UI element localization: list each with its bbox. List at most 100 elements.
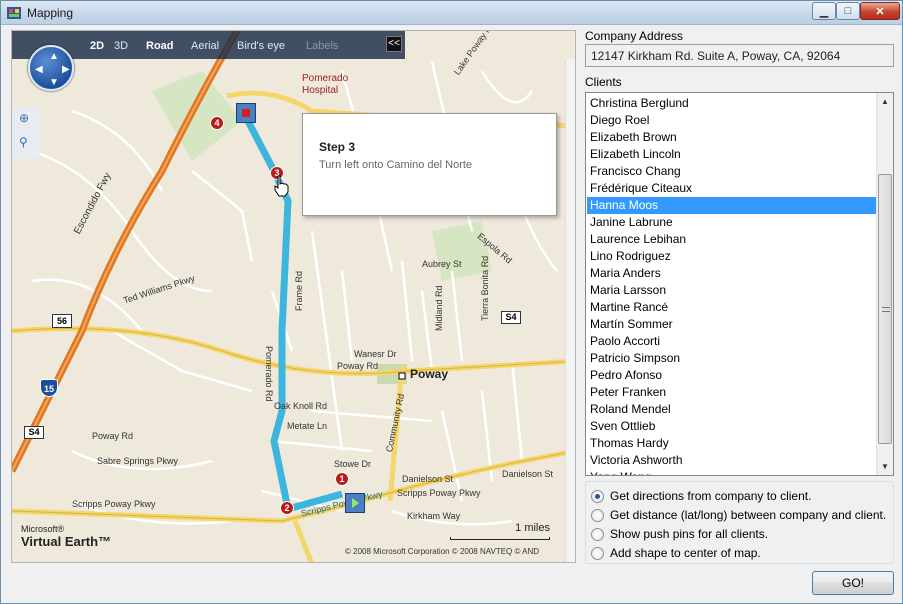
scale-label: 1 miles xyxy=(515,522,550,534)
maximize-icon: □ xyxy=(844,5,852,17)
label-stowe: Stowe Dr xyxy=(334,459,372,469)
mapping-window: Mapping ▁ □ ✕ Pomerado Hospital Poway Es… xyxy=(0,0,903,604)
direction-callout: Step 3 Turn left onto Camino del Norte xyxy=(302,113,557,216)
minimize-button[interactable]: ▁ xyxy=(812,2,836,20)
mode-3d[interactable]: 3D xyxy=(114,40,128,52)
client-list-item[interactable]: Yang Wang xyxy=(587,469,877,475)
label-aubrey: Aubrey St xyxy=(422,259,462,269)
client-list-item[interactable]: Janine Labrune xyxy=(587,214,877,231)
client-list-item[interactable]: Thomas Hardy xyxy=(587,435,877,452)
option-directions-label: Get directions from company to client. xyxy=(610,489,812,503)
maximize-button[interactable]: □ xyxy=(836,2,860,20)
callout-step-description: Turn left onto Camino del Norte xyxy=(319,159,473,171)
mode-2d[interactable]: 2D xyxy=(90,40,104,52)
radio-add-shape[interactable] xyxy=(591,546,604,560)
client-list-item[interactable]: Hanna Moos xyxy=(587,197,877,214)
client-list-item[interactable]: Maria Anders xyxy=(587,265,877,282)
client-list-item[interactable]: Martín Sommer xyxy=(587,316,877,333)
title-bar[interactable]: Mapping ▁ □ ✕ xyxy=(1,1,902,25)
clients-scrollbar[interactable]: ▲ ▼ xyxy=(876,93,893,475)
route-marker-2[interactable]: 2 xyxy=(280,501,294,515)
logo-microsoft: Microsoft® xyxy=(21,524,65,534)
scroll-thumb[interactable] xyxy=(878,174,892,444)
start-pin-icon[interactable] xyxy=(345,493,365,513)
option-push-pins-label: Show push pins for all clients. xyxy=(610,527,769,541)
pan-down-icon[interactable]: ▼ xyxy=(49,78,59,88)
radio-directions[interactable] xyxy=(591,489,604,503)
client-list-item[interactable]: Christina Berglund xyxy=(587,95,877,112)
pan-control[interactable]: ▲ ▼ ◀ ▶ xyxy=(28,45,74,91)
client-list-item[interactable]: Victoria Ashworth xyxy=(587,452,877,469)
mode-aerial[interactable]: Aerial xyxy=(191,40,219,52)
map-view[interactable]: Pomerado Hospital Poway Escondido Fwy Sc… xyxy=(11,30,576,563)
client-list-item[interactable]: Paolo Accorti xyxy=(587,333,877,350)
option-directions[interactable]: Get directions from company to client. xyxy=(591,487,811,505)
client-list-item[interactable]: Pedro Afonso xyxy=(587,367,877,384)
collapse-toolbar-button[interactable]: << xyxy=(386,36,402,52)
pan-right-icon[interactable]: ▶ xyxy=(62,65,70,75)
zoom-search-icon[interactable]: ⚲ xyxy=(19,135,28,149)
label-scripps-west: Scripps Poway Pkwy xyxy=(72,499,156,509)
client-list-item[interactable]: Diego Roel xyxy=(587,112,877,129)
radio-distance[interactable] xyxy=(591,508,604,522)
label-poway-rd: Poway Rd xyxy=(337,361,379,371)
option-push-pins[interactable]: Show push pins for all clients. xyxy=(591,525,768,543)
label-danielson-east: Danielson St xyxy=(502,469,554,479)
label-tierra: Tierra Bonita Rd xyxy=(480,255,490,321)
client-list-item[interactable]: Peter Franken xyxy=(587,384,877,401)
go-button[interactable]: GO! xyxy=(812,571,894,595)
end-pin-icon[interactable] xyxy=(236,103,256,123)
s4-shield-west: S4 xyxy=(24,426,44,439)
mode-birds-eye[interactable]: Bird's eye xyxy=(237,40,285,52)
scale-bar xyxy=(450,537,550,540)
label-sabre: Sabre Springs Pkwy xyxy=(97,456,179,466)
hand-cursor-icon xyxy=(274,175,289,197)
client-list-item[interactable]: Maria Larsson xyxy=(587,282,877,299)
minimize-icon: ▁ xyxy=(819,5,829,18)
scroll-down-icon[interactable]: ▼ xyxy=(877,458,893,475)
pan-left-icon[interactable]: ◀ xyxy=(35,65,43,75)
highway-15-shield: 15 xyxy=(40,379,58,397)
label-kirkham: Kirkham Way xyxy=(407,511,461,521)
label-wanesr: Wanesr Dr xyxy=(354,349,397,359)
scroll-up-icon[interactable]: ▲ xyxy=(877,93,893,110)
map-scrollbar[interactable] xyxy=(565,59,575,562)
client-list-item[interactable]: Lino Rodriguez xyxy=(587,248,877,265)
highway-56-shield: 56 xyxy=(52,314,72,328)
client-list-item[interactable]: Frédérique Citeaux xyxy=(587,180,877,197)
label-scripps: Scripps Poway Pkwy xyxy=(397,488,481,498)
client-list-item[interactable]: Laurence Lebihan xyxy=(587,231,877,248)
label-frame: Frame Rd xyxy=(294,270,304,311)
close-button[interactable]: ✕ xyxy=(860,2,900,20)
option-distance[interactable]: Get distance (lat/long) between company … xyxy=(591,506,886,524)
close-icon: ✕ xyxy=(875,5,885,18)
label-poway-rd-west: Poway Rd xyxy=(92,431,134,441)
label-poway: Poway xyxy=(410,367,449,381)
label-metate: Metate Ln xyxy=(287,421,328,431)
clients-label: Clients xyxy=(585,75,622,89)
client-list-item[interactable]: Martine Rancé xyxy=(587,299,877,316)
label-oak: Oak Knoll Rd xyxy=(274,401,328,411)
option-add-shape[interactable]: Add shape to center of map. xyxy=(591,544,761,562)
pan-up-icon[interactable]: ▲ xyxy=(49,52,59,62)
client-list-item[interactable]: Francisco Chang xyxy=(587,163,877,180)
route-marker-1[interactable]: 1 xyxy=(335,472,349,486)
clients-listbox[interactable]: Christina Berglund Diego Roel Elizabeth Br… xyxy=(585,92,894,476)
route-marker-4[interactable]: 4 xyxy=(210,116,224,130)
mode-road[interactable]: Road xyxy=(146,40,174,52)
client-list-item[interactable]: Elizabeth Brown xyxy=(587,129,877,146)
zoom-in-icon[interactable]: ⊕ xyxy=(19,111,29,125)
label-pomerado: Pomerado Rd xyxy=(264,346,274,402)
client-list-item[interactable]: Elizabeth Lincoln xyxy=(587,146,877,163)
client-list-item[interactable]: Roland Mendel xyxy=(587,401,877,418)
mode-labels[interactable]: Labels xyxy=(306,40,338,52)
client-list-item[interactable]: Patricio Simpson xyxy=(587,350,877,367)
zoom-panel: ⊕ ⚲ xyxy=(12,107,40,159)
client-list-item[interactable]: Sven Ottlieb xyxy=(587,418,877,435)
company-address-field[interactable]: 12147 Kirkham Rd. Suite A, Poway, CA, 92… xyxy=(585,44,894,67)
label-hospital: Pomerado Hospital xyxy=(302,73,349,96)
logo-virtual-earth: Virtual Earth™ xyxy=(21,534,112,549)
radio-push-pins[interactable] xyxy=(591,527,604,541)
map-copyright: © 2008 Microsoft Corporation © 2008 NAVT… xyxy=(345,547,540,556)
label-danielson: Danielson St xyxy=(402,474,454,484)
